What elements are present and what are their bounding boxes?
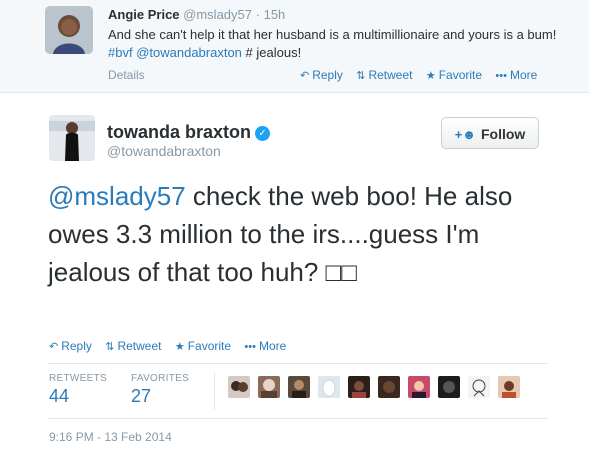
main-author-name[interactable]: towanda braxton xyxy=(107,122,251,142)
favoriter-avatar[interactable] xyxy=(317,376,340,398)
mention-link[interactable]: @towandabraxton xyxy=(136,45,242,60)
main-reply-button[interactable]: ↶ Reply xyxy=(49,339,92,353)
divider xyxy=(48,363,548,364)
reply-label: Reply xyxy=(312,68,343,82)
ellipsis-icon: ••• xyxy=(495,70,507,82)
favoriters-list xyxy=(228,376,523,400)
favorites-label: FAVORITES xyxy=(131,373,190,384)
reply-arrow-icon: ↶ xyxy=(300,70,310,82)
favoriter-avatar[interactable] xyxy=(228,376,250,398)
favoriter-avatar[interactable] xyxy=(467,376,490,398)
favorites-stat[interactable]: FAVORITES 27 xyxy=(131,373,189,407)
favorite-label: Favorite xyxy=(438,68,483,82)
ellipsis-icon: ••• xyxy=(244,341,256,353)
retweets-label: RETWEETS xyxy=(49,373,107,384)
main-avatar[interactable] xyxy=(49,115,95,161)
parent-more-button[interactable]: ••• More xyxy=(495,68,537,82)
retweet-label: Retweet xyxy=(368,68,413,82)
verified-badge-icon: ✓ xyxy=(255,126,271,141)
hashtag-link[interactable]: #bvf xyxy=(108,45,133,60)
main-favorite-button[interactable]: ★ Favorite xyxy=(175,339,231,353)
tweet-timestamp[interactable]: 9:16 PM - 13 Feb 2014 xyxy=(49,430,172,444)
separator-dot: · xyxy=(255,7,260,22)
reply-label: Reply xyxy=(61,339,92,353)
follow-button[interactable]: +☻ Follow xyxy=(441,117,539,149)
favoriter-avatar[interactable] xyxy=(257,376,280,398)
reply-arrow-icon: ↶ xyxy=(49,341,59,353)
parent-author: Angie Price @mslady57 · 15h xyxy=(108,7,285,22)
retweets-count: 44 xyxy=(49,386,70,406)
main-actions: ↶ Reply ⇅ Retweet ★ Favorite ••• More xyxy=(49,339,286,353)
parent-text-after: # jealous! xyxy=(241,45,302,60)
parent-retweet-button[interactable]: ⇅ Retweet xyxy=(356,68,412,82)
star-icon: ★ xyxy=(425,70,436,82)
retweet-icon: ⇅ xyxy=(356,70,366,82)
favoriter-avatar[interactable] xyxy=(497,376,520,398)
main-author: towanda braxton ✓ xyxy=(107,122,271,143)
retweet-label: Retweet xyxy=(117,339,162,353)
favoriter-avatar[interactable] xyxy=(407,376,430,398)
favoriter-avatar[interactable] xyxy=(347,376,370,398)
main-retweet-button[interactable]: ⇅ Retweet xyxy=(105,339,161,353)
parent-tweet-text: And she can't help it that her husband i… xyxy=(108,26,558,62)
main-mention-link[interactable]: @mslady57 xyxy=(48,181,186,211)
main-tweet-text: @mslady57 check the web boo! He also owe… xyxy=(48,177,548,291)
stats-divider xyxy=(214,372,215,410)
parent-author-handle[interactable]: @mslady57 xyxy=(183,7,252,22)
parent-favorite-button[interactable]: ★ Favorite xyxy=(426,68,482,82)
main-more-button[interactable]: ••• More xyxy=(244,339,286,353)
favorite-label: Favorite xyxy=(187,339,232,353)
retweet-icon: ⇅ xyxy=(105,341,115,353)
parent-reply-button[interactable]: ↶ Reply xyxy=(300,68,343,82)
favorites-count: 27 xyxy=(131,386,152,406)
more-label: More xyxy=(258,339,287,353)
parent-avatar[interactable] xyxy=(45,6,93,54)
parent-actions: ↶ Reply ⇅ Retweet ★ Favorite ••• More xyxy=(300,68,537,82)
favoriter-avatar[interactable] xyxy=(437,376,460,398)
divider xyxy=(48,418,548,419)
star-icon: ★ xyxy=(174,341,185,353)
main-author-handle[interactable]: @towandabraxton xyxy=(107,143,221,159)
favoriter-avatar[interactable] xyxy=(377,376,400,398)
add-user-icon: +☻ xyxy=(454,127,476,142)
parent-author-name[interactable]: Angie Price xyxy=(108,7,180,22)
parent-tweet: Angie Price @mslady57 · 15h And she can'… xyxy=(0,0,589,93)
details-link[interactable]: Details xyxy=(108,68,145,82)
parent-time[interactable]: 15h xyxy=(264,7,286,22)
parent-text-before: And she can't help it that her husband i… xyxy=(108,27,557,42)
follow-label: Follow xyxy=(480,126,526,142)
favoriter-avatar[interactable] xyxy=(287,376,310,398)
more-label: More xyxy=(509,68,538,82)
retweets-stat[interactable]: RETWEETS 44 xyxy=(49,373,107,407)
